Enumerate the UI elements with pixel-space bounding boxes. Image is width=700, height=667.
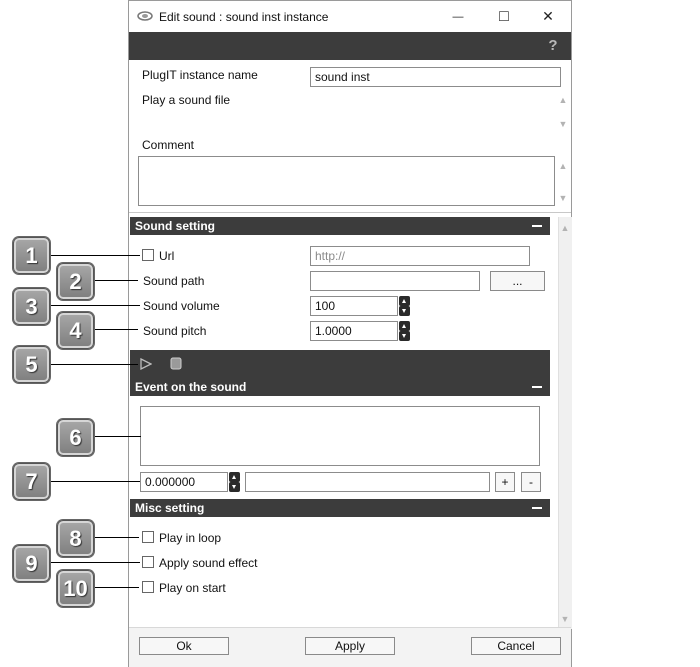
instance-name-label: PlugIT instance name	[142, 68, 258, 82]
callout-leader	[93, 329, 138, 330]
description-scroll-down-icon[interactable]: ▼	[557, 118, 569, 130]
callout-badge-2: 2	[57, 263, 94, 300]
player-bar	[130, 350, 550, 378]
window-title: Edit sound : sound inst instance	[159, 10, 329, 24]
event-section-header[interactable]: Event on the sound	[130, 378, 550, 396]
minimize-icon: —	[452, 10, 464, 23]
maximize-button[interactable]: □	[481, 1, 527, 32]
sound-volume-input[interactable]: 100	[310, 296, 398, 316]
minimize-button[interactable]: —	[435, 1, 481, 32]
scroll-up-icon[interactable]: ▲	[559, 222, 571, 234]
play-on-start-checkbox[interactable]	[142, 581, 154, 593]
callout-badge-6: 6	[57, 419, 94, 456]
callout-badge-4: 4	[57, 312, 94, 349]
ok-button[interactable]: Ok	[139, 637, 229, 655]
callout-leader	[48, 305, 140, 306]
toolbar: ?	[129, 32, 571, 60]
divider	[129, 212, 571, 213]
callout-badge-3: 3	[13, 288, 50, 325]
comment-label: Comment	[142, 138, 195, 152]
sound-volume-spinner[interactable]	[399, 296, 410, 316]
sound-path-label: Sound path	[143, 274, 205, 288]
callout-badge-8: 8	[57, 520, 94, 557]
url-label: Url	[159, 249, 175, 263]
collapse-icon[interactable]	[532, 386, 542, 388]
close-button[interactable]: ✕	[525, 1, 571, 32]
sound-pitch-label: Sound pitch	[143, 324, 207, 338]
callout-badge-9: 9	[13, 545, 50, 582]
spin-down-icon[interactable]	[399, 306, 410, 316]
misc-setting-header[interactable]: Misc setting	[130, 499, 550, 517]
callout-leader	[48, 481, 140, 482]
apply-sound-effect-checkbox[interactable]	[142, 556, 154, 568]
sound-volume-label: Sound volume	[143, 299, 220, 313]
event-section-title: Event on the sound	[135, 380, 247, 394]
spin-down-icon[interactable]	[229, 482, 240, 492]
maximize-icon: □	[499, 7, 509, 25]
remove-event-button[interactable]: -	[521, 472, 541, 492]
callout-badge-7: 7	[13, 463, 50, 500]
misc-setting-title: Misc setting	[135, 501, 205, 515]
play-in-loop-label: Play in loop	[159, 531, 222, 545]
callout-leader	[48, 255, 140, 256]
settings-scrollbar[interactable]: ▲ ▼	[558, 217, 572, 629]
callout-leader	[93, 587, 139, 588]
callout-leader	[93, 280, 138, 281]
play-in-loop-checkbox[interactable]	[142, 531, 154, 543]
play-on-start-label: Play on start	[159, 581, 226, 595]
browse-button[interactable]: ...	[490, 271, 545, 291]
comment-textarea[interactable]	[138, 156, 555, 206]
event-time-spinner[interactable]	[229, 472, 240, 492]
description-text: Play a sound file	[142, 93, 231, 107]
callout-leader	[93, 537, 139, 538]
callout-badge-10: 10	[57, 570, 94, 607]
collapse-icon[interactable]	[532, 225, 542, 227]
description-scroll-up-icon[interactable]: ▲	[557, 94, 569, 106]
apply-sound-effect-label: Apply sound effect	[159, 556, 258, 570]
sound-pitch-input[interactable]: 1.0000	[310, 321, 398, 341]
sound-setting-title: Sound setting	[135, 219, 215, 233]
callout-leader	[93, 436, 141, 437]
spin-up-icon[interactable]	[399, 321, 410, 331]
sound-setting-header[interactable]: Sound setting	[130, 217, 550, 235]
callout-badge-1: 1	[13, 237, 50, 274]
add-event-button[interactable]: +	[495, 472, 515, 492]
sound-pitch-spinner[interactable]	[399, 321, 410, 341]
scroll-down-icon[interactable]: ▼	[559, 613, 571, 625]
url-checkbox[interactable]	[142, 249, 154, 261]
url-input[interactable]: http://	[310, 246, 530, 266]
title-bar[interactable]: Edit sound : sound inst instance — □ ✕	[129, 1, 571, 32]
event-name-input[interactable]	[245, 472, 490, 492]
dialog-footer: Ok Apply Cancel	[129, 627, 571, 667]
cancel-button[interactable]: Cancel	[471, 637, 561, 655]
stop-icon[interactable]	[170, 357, 182, 370]
comment-scroll-up-icon[interactable]: ▲	[557, 160, 569, 172]
help-icon[interactable]: ?	[545, 37, 561, 55]
collapse-icon[interactable]	[532, 507, 542, 509]
play-icon[interactable]	[140, 358, 152, 370]
apply-button[interactable]: Apply	[305, 637, 395, 655]
spin-up-icon[interactable]	[229, 472, 240, 482]
callout-badge-5: 5	[13, 346, 50, 383]
event-list[interactable]	[140, 406, 540, 466]
event-time-input[interactable]: 0.000000	[140, 472, 228, 492]
instance-name-input[interactable]: sound inst	[310, 67, 561, 87]
sound-app-icon	[137, 11, 153, 21]
spin-down-icon[interactable]	[399, 331, 410, 341]
spin-up-icon[interactable]	[399, 296, 410, 306]
callout-leader	[48, 364, 138, 365]
sound-path-input[interactable]	[310, 271, 480, 291]
edit-sound-dialog: Edit sound : sound inst instance — □ ✕ ?…	[128, 0, 572, 667]
callout-leader	[48, 562, 140, 563]
comment-scroll-down-icon[interactable]: ▼	[557, 192, 569, 204]
close-icon: ✕	[542, 8, 554, 24]
